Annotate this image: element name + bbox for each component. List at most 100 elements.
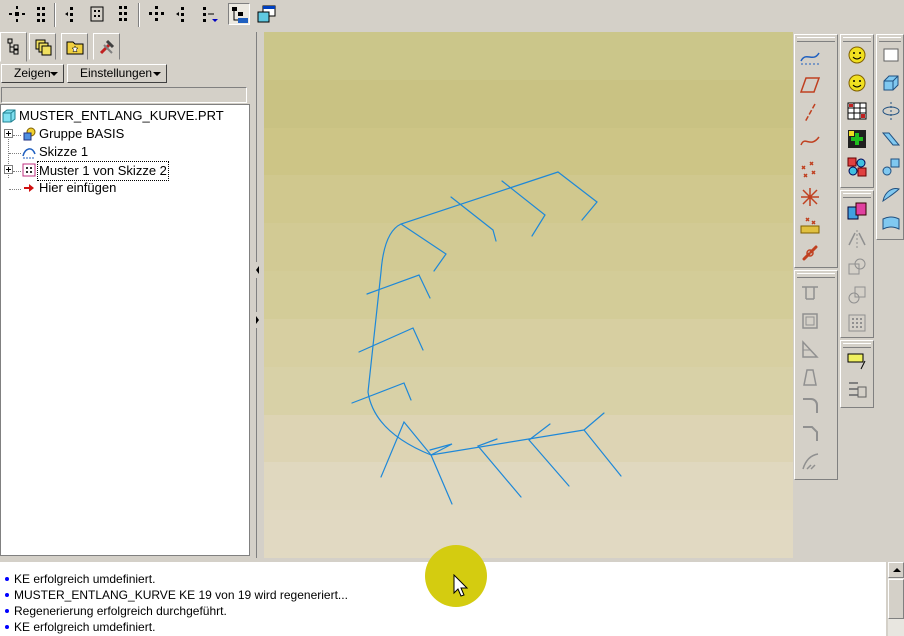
udf-icon[interactable] [845, 155, 869, 179]
tree-item-label: Hier einfügen [39, 180, 117, 195]
chamfer-icon [798, 421, 822, 445]
window-icon[interactable] [255, 3, 277, 25]
top-toolbar [0, 0, 904, 31]
smiley-icon[interactable] [845, 71, 869, 95]
background-band [264, 223, 793, 272]
favorites-tab[interactable] [61, 33, 88, 60]
model-tree-tab[interactable] [0, 32, 27, 62]
add-feature-icon[interactable] [845, 127, 869, 151]
tree-item-label: Skizze 1 [39, 144, 89, 159]
tree-filter-bar [1, 87, 247, 103]
tree-item-insert-here[interactable]: Hier einfügen [1, 179, 249, 197]
layers-tab[interactable] [29, 33, 56, 60]
datum-axis-line-icon[interactable] [798, 101, 822, 125]
feature-toolbar [840, 34, 874, 188]
expand-right-icon[interactable] [254, 312, 261, 328]
background-band [264, 128, 793, 177]
sweep-icon [798, 449, 822, 473]
edit-toolbar [840, 190, 874, 338]
tree-item-pattern[interactable]: Muster 1 von Skizze 2 [1, 161, 249, 181]
background-band [264, 510, 793, 558]
mouse-cursor-icon [453, 574, 469, 597]
datum-toolbar [794, 34, 838, 268]
collapse-left-icon[interactable] [254, 262, 261, 278]
background-band [264, 80, 793, 129]
chevron-down-icon [153, 72, 161, 76]
group-icon [22, 127, 36, 141]
layer-icon[interactable] [845, 377, 869, 401]
datum-csys-icon[interactable] [798, 185, 822, 209]
round-icon [798, 393, 822, 417]
annotation-toolbar [840, 340, 874, 408]
datum-curve-icon[interactable] [798, 129, 822, 153]
rectangle-icon[interactable] [879, 43, 903, 67]
message-text: Regenerierung erfolgreich durchgeführt. [14, 604, 227, 618]
chain-icon[interactable] [798, 241, 822, 265]
pattern-icon[interactable] [145, 3, 167, 25]
background-band [264, 32, 793, 81]
show-menu[interactable]: Zeigen [1, 64, 64, 83]
model-tree-panel: Zeigen Einstellungen MUSTER_ENTLANG_KURV… [0, 32, 252, 558]
pattern-feature-icon [22, 163, 36, 177]
pattern-icon[interactable] [6, 3, 28, 25]
background-band [264, 319, 793, 368]
datum-plane-icon[interactable] [798, 73, 822, 97]
tree-layer-icon[interactable] [228, 3, 250, 25]
message-text: KE erfolgreich umdefiniert. [14, 620, 156, 634]
smiley-icon[interactable] [845, 43, 869, 67]
expand-icon[interactable] [4, 129, 13, 138]
blend-icon[interactable] [879, 155, 903, 179]
datum-axis-icon[interactable] [798, 45, 822, 69]
surface-toolbar [876, 34, 904, 240]
message-scrollbar[interactable] [888, 562, 904, 636]
background-band [264, 271, 793, 320]
rib-icon [798, 337, 822, 361]
trim-icon [845, 283, 869, 307]
sketch-icon [22, 145, 36, 159]
engineering-toolbar [794, 270, 838, 480]
model-viewport[interactable] [264, 32, 793, 558]
graphics-window[interactable] [264, 32, 793, 558]
shell-icon [798, 309, 822, 333]
copy-icon[interactable] [845, 199, 869, 223]
pattern-icon[interactable] [86, 3, 108, 25]
revolve-icon[interactable] [879, 99, 903, 123]
scroll-up-icon[interactable] [888, 562, 904, 578]
tree-item-label: Muster 1 von Skizze 2 [37, 161, 169, 181]
message-line: MUSTER_ENTLANG_KURVE KE 19 von 19 wird r… [5, 587, 348, 603]
message-line: Regenerierung erfolgreich durchgeführt. [5, 603, 227, 619]
background-band [264, 462, 793, 511]
pattern-icon[interactable] [171, 3, 193, 25]
expand-icon[interactable] [4, 165, 13, 174]
tree-item-part[interactable]: MUSTER_ENTLANG_KURVE.PRT [1, 107, 249, 125]
merge-icon [845, 255, 869, 279]
sweep-tool-icon[interactable] [879, 127, 903, 151]
scroll-thumb[interactable] [888, 579, 904, 619]
panel-splitter[interactable] [252, 32, 264, 558]
datum-point-icon[interactable] [798, 157, 822, 181]
draft-icon [798, 365, 822, 389]
surface-icon[interactable] [879, 211, 903, 235]
tree-item-group[interactable]: Gruppe BASIS [1, 125, 249, 143]
tree-item-label: Gruppe BASIS [39, 126, 125, 141]
datum-analysis-icon[interactable] [798, 213, 822, 237]
tree-item-sketch[interactable]: Skizze 1 [1, 143, 249, 161]
insert-arrow-icon [22, 181, 36, 195]
background-band [264, 367, 793, 416]
pattern-icon[interactable] [30, 3, 52, 25]
pattern-icon[interactable] [112, 3, 134, 25]
table-icon[interactable] [845, 99, 869, 123]
chevron-down-icon [50, 72, 58, 76]
tree-item-label: MUSTER_ENTLANG_KURVE.PRT [19, 108, 224, 123]
settings-menu[interactable]: Einstellungen [67, 64, 167, 83]
hole-icon [798, 281, 822, 305]
message-line: KE erfolgreich umdefiniert. [5, 571, 155, 587]
tools-tab[interactable] [93, 33, 120, 60]
boundary-icon[interactable] [879, 183, 903, 207]
pattern-icon[interactable] [60, 3, 82, 25]
mirror-icon [845, 227, 869, 251]
model-tree: MUSTER_ENTLANG_KURVE.PRT Gruppe BASIS Sk… [0, 104, 250, 556]
pattern-icon[interactable] [198, 3, 220, 25]
extrude-icon[interactable] [879, 71, 903, 95]
note-icon[interactable] [845, 349, 869, 373]
